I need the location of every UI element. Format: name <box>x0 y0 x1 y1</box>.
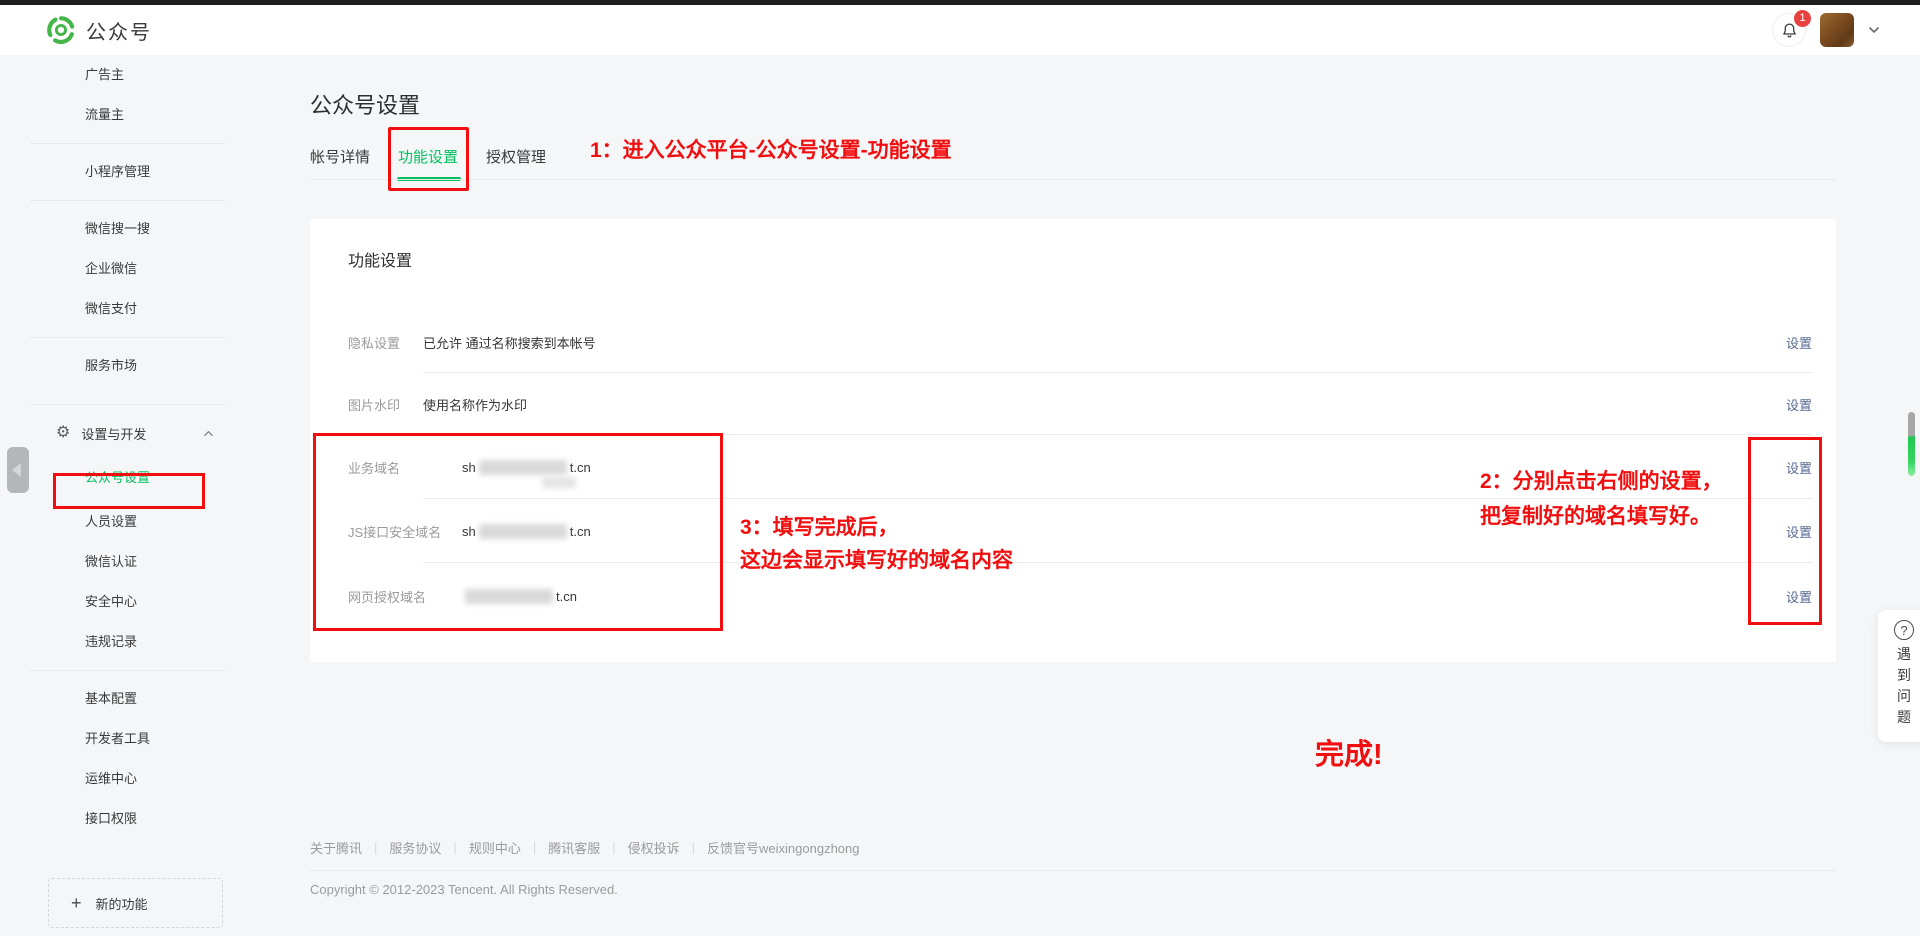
divider <box>423 562 1812 563</box>
footer-link-feedback[interactable]: 反馈官号weixingongzhong <box>707 838 859 857</box>
divider <box>310 870 1836 871</box>
gear-icon: ⚙ <box>56 425 70 441</box>
copyright: Copyright © 2012-2023 Tencent. All Right… <box>310 882 1836 897</box>
notification-badge: 1 <box>1794 10 1811 27</box>
row-watermark: 图片水印 使用名称作为水印 设置 <box>348 389 1812 419</box>
row-value: sht.cn <box>462 524 591 539</box>
blurred-domain <box>479 460 567 475</box>
sidebar-group-settings-dev[interactable]: ⚙ 设置与开发 <box>0 413 250 453</box>
annotation-step3: 3：填写完成后， 这边会显示填写好的域名内容 <box>740 511 1013 577</box>
sidebar-item-violation-records[interactable]: 违规记录 <box>0 622 250 662</box>
annotation-step1: 1：进入公众平台-公众号设置-功能设置 <box>590 134 952 164</box>
avatar[interactable] <box>1820 13 1854 47</box>
divider <box>30 337 225 338</box>
settings-link[interactable]: 设置 <box>1786 522 1812 541</box>
row-label: 网页授权域名 <box>348 587 462 606</box>
function-settings-panel: 功能设置 隐私设置 已允许 通过名称搜索到本帐号 设置 图片水印 使用名称作为水… <box>310 219 1836 662</box>
sidebar-item-advertiser[interactable]: 广告主 <box>0 55 250 95</box>
footer-link-rules[interactable]: 规则中心 <box>469 838 521 857</box>
official-account-logo-icon <box>46 15 76 45</box>
sidebar-item-search[interactable]: 微信搜一搜 <box>0 209 250 249</box>
sidebar-item-wechat-verify[interactable]: 微信认证 <box>0 542 250 582</box>
settings-link[interactable]: 设置 <box>1786 587 1812 606</box>
divider <box>310 179 1836 180</box>
row-label: 图片水印 <box>348 395 423 414</box>
sidebar-item-service-market[interactable]: 服务市场 <box>0 346 250 386</box>
blurred-domain <box>479 524 567 539</box>
bell-icon <box>1781 22 1798 39</box>
tabs: 帐号详情 功能设置 授权管理 <box>310 146 574 181</box>
divider <box>423 434 1812 435</box>
logo-text: 公众号 <box>86 16 152 45</box>
sidebar-item-wepay[interactable]: 微信支付 <box>0 289 250 329</box>
help-widget[interactable]: ? 遇 到 问 题 <box>1878 610 1920 742</box>
row-privacy: 隐私设置 已允许 通过名称搜索到本帐号 设置 <box>348 327 1812 357</box>
divider <box>30 404 225 405</box>
row-value: 已允许 通过名称搜索到本帐号 <box>423 333 596 352</box>
row-label: 隐私设置 <box>348 333 423 352</box>
footer-link-terms[interactable]: 服务协议 <box>389 838 441 857</box>
sidebar-item-wecom[interactable]: 企业微信 <box>0 249 250 289</box>
sidebar-group-label: 设置与开发 <box>81 424 146 443</box>
question-icon: ? <box>1894 620 1914 640</box>
row-webauth-domain: 网页授权域名 t.cn 设置 <box>348 581 1812 611</box>
divider <box>30 143 225 144</box>
row-label: JS接口安全域名 <box>348 522 462 541</box>
page-title: 公众号设置 <box>310 88 420 120</box>
sidebar: 广告主 流量主 小程序管理 微信搜一搜 企业微信 微信支付 服务市场 ⚙ 设置与… <box>0 55 250 839</box>
notifications-button[interactable]: 1 <box>1772 13 1806 47</box>
footer-link-support[interactable]: 腾讯客服 <box>548 838 600 857</box>
footer-link-about[interactable]: 关于腾讯 <box>310 838 362 857</box>
row-value: t.cn <box>462 589 577 604</box>
row-value: sht.cn <box>462 460 591 475</box>
plus-icon: + <box>71 893 82 914</box>
scrollbar-thumb[interactable] <box>1908 412 1915 476</box>
tab-authorization[interactable]: 授权管理 <box>486 146 546 181</box>
sidebar-item-miniprogram[interactable]: 小程序管理 <box>0 152 250 192</box>
divider <box>423 372 1812 373</box>
settings-link[interactable]: 设置 <box>1786 395 1812 414</box>
divider <box>30 670 225 671</box>
settings-link[interactable]: 设置 <box>1786 458 1812 477</box>
row-value: 使用名称作为水印 <box>423 395 527 414</box>
sidebar-item-staff-settings[interactable]: 人员设置 <box>0 502 250 542</box>
sidebar-item-basic-config[interactable]: 基本配置 <box>0 679 250 719</box>
blurred-smudge <box>542 477 576 488</box>
panel-title: 功能设置 <box>348 247 412 271</box>
sidebar-item-ops-center[interactable]: 运维中心 <box>0 759 250 799</box>
chevron-up-icon <box>203 428 214 439</box>
row-label: 业务域名 <box>348 458 462 477</box>
annotation-done: 完成! <box>1315 731 1383 773</box>
logo[interactable]: 公众号 <box>46 15 152 45</box>
tab-account-details[interactable]: 帐号详情 <box>310 146 370 181</box>
footer: 关于腾讯 | 服务协议 | 规则中心 | 腾讯客服 | 侵权投诉 | 反馈官号w… <box>310 838 1836 897</box>
annotation-step2: 2：分别点击右侧的设置， 把复制好的域名填写好。 <box>1480 464 1723 534</box>
tab-function-settings[interactable]: 功能设置 <box>398 146 458 181</box>
new-feature-button[interactable]: + 新的功能 <box>48 878 223 928</box>
sidebar-item-account-settings[interactable]: 公众号设置 <box>0 458 250 498</box>
sidebar-item-security-center[interactable]: 安全中心 <box>0 582 250 622</box>
new-feature-label: 新的功能 <box>96 894 148 913</box>
sidebar-item-api-permissions[interactable]: 接口权限 <box>0 799 250 839</box>
top-navbar: 公众号 1 <box>0 5 1920 55</box>
chevron-left-icon <box>12 463 21 477</box>
blurred-domain <box>465 589 553 604</box>
sidebar-item-dev-tools[interactable]: 开发者工具 <box>0 719 250 759</box>
sidebar-item-traffic[interactable]: 流量主 <box>0 95 250 135</box>
divider <box>30 200 225 201</box>
sidebar-collapse-handle[interactable] <box>7 447 29 493</box>
settings-link[interactable]: 设置 <box>1786 333 1812 352</box>
chevron-down-icon[interactable] <box>1868 24 1880 36</box>
footer-link-complaint[interactable]: 侵权投诉 <box>628 838 680 857</box>
